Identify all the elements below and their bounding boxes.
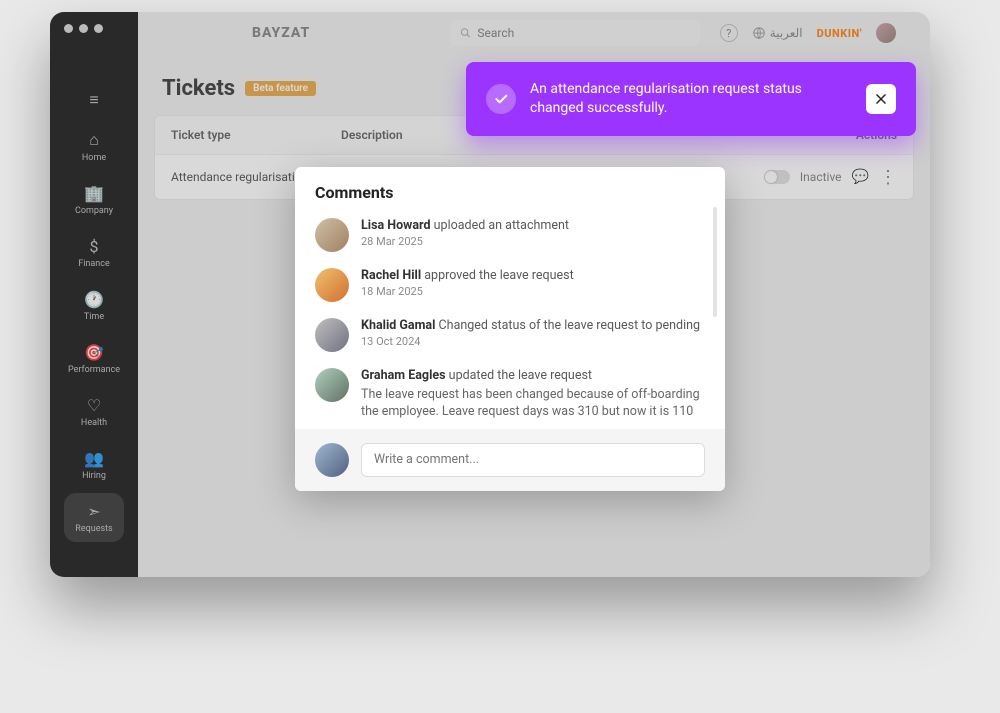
- toast-close-button[interactable]: [866, 84, 896, 114]
- avatar: [315, 218, 349, 252]
- check-icon: [486, 84, 516, 114]
- comment-author: Graham Eagles: [361, 368, 446, 383]
- comment-author: Lisa Howard: [361, 218, 431, 233]
- app-window: ≡ ⌂ Home 🏢 Company $ Finance 🕐 Time: [50, 12, 930, 577]
- comment-item: Lisa Howard uploaded an attachment 28 Ma…: [315, 210, 715, 260]
- comments-list: Lisa Howard uploaded an attachment 28 Ma…: [295, 206, 725, 429]
- comment-item: Rachel Hill approved the leave request 1…: [315, 260, 715, 310]
- avatar: [315, 268, 349, 302]
- comment-date: 13 Oct 2024: [361, 335, 715, 348]
- avatar: [315, 443, 349, 477]
- comment-action: updated the leave request: [449, 368, 592, 383]
- comment-author: Khalid Gamal: [361, 318, 435, 333]
- close-icon: [874, 92, 888, 106]
- modal-title: Comments: [295, 167, 725, 206]
- comment-item: Graham Eagles updated the leave request …: [315, 360, 715, 429]
- comments-modal: ✕ Comments Lisa Howard uploaded an attac…: [295, 167, 725, 491]
- comment-input[interactable]: [361, 443, 705, 477]
- avatar: [315, 368, 349, 402]
- avatar: [315, 318, 349, 352]
- comment-composer: [295, 429, 725, 491]
- comment-action: Changed status of the leave request to p…: [439, 318, 701, 333]
- scrollbar[interactable]: [713, 207, 717, 421]
- comment-date: 18 Mar 2025: [361, 285, 715, 298]
- success-toast: An attendance regularisation request sta…: [466, 62, 916, 136]
- comment-date: 28 Mar 2025: [361, 235, 715, 248]
- comment-detail: The leave request has been changed becau…: [361, 387, 715, 421]
- comment-item: Khalid Gamal Changed status of the leave…: [315, 310, 715, 360]
- comment-action: uploaded an attachment: [434, 218, 569, 233]
- toast-message: An attendance regularisation request sta…: [530, 80, 852, 118]
- comment-action: approved the leave request: [424, 268, 573, 283]
- comment-author: Rachel Hill: [361, 268, 421, 283]
